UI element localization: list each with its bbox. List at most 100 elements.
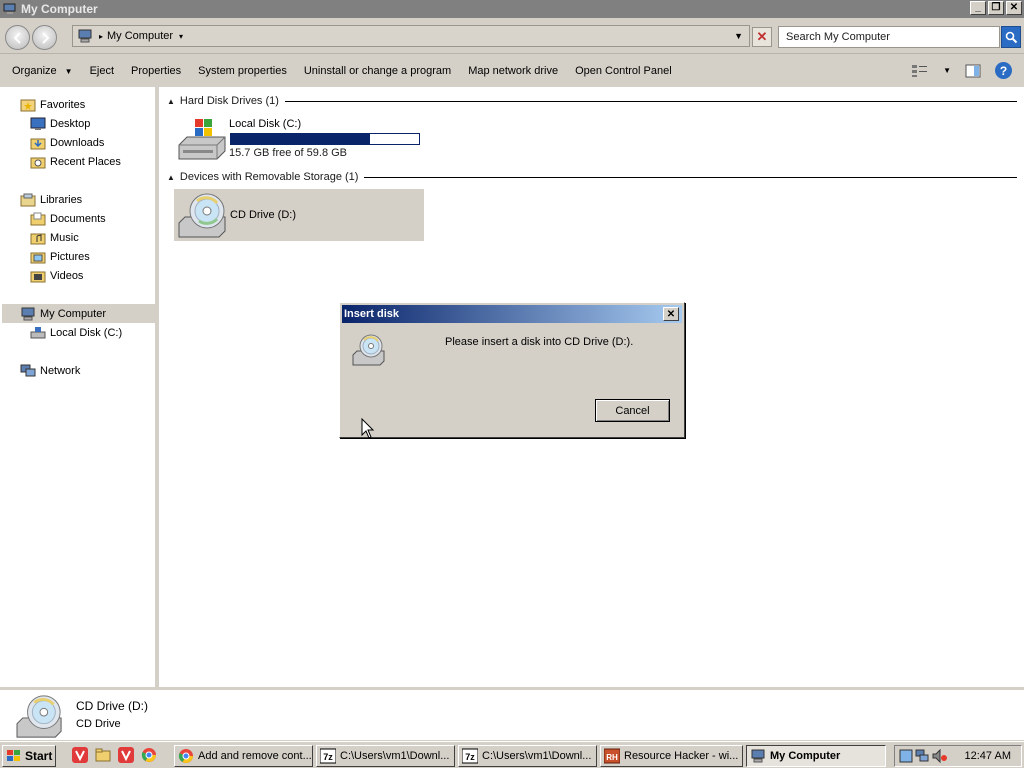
taskbar-item-label: C:\Users\vm1\Downl... — [482, 750, 592, 762]
group-title: Hard Disk Drives (1) — [179, 95, 279, 107]
hard-disk-drives-group-header[interactable]: ▲ Hard Disk Drives (1) — [167, 94, 1017, 108]
eject-button[interactable]: Eject — [90, 65, 114, 77]
sidebar-item-desktop[interactable]: Desktop — [30, 114, 90, 133]
vivaldi-icon[interactable] — [118, 747, 134, 763]
map-network-drive-button[interactable]: Map network drive — [468, 65, 558, 77]
search-button[interactable] — [1001, 26, 1021, 48]
sidebar-item-music[interactable]: Music — [30, 228, 79, 247]
music-folder-icon — [30, 233, 46, 244]
back-arrow-icon — [13, 31, 21, 44]
change-view-icon[interactable] — [911, 64, 929, 78]
disk-usage-bar — [230, 133, 420, 145]
star-icon — [20, 99, 36, 111]
taskbar: Start Add and remove cont... 7z C:\Users… — [0, 741, 1024, 768]
7zip-icon: 7z — [320, 748, 336, 764]
windows-logo-icon — [7, 750, 20, 761]
organize-label: Organize — [12, 64, 57, 77]
system-properties-button[interactable]: System properties — [198, 65, 287, 77]
breadcrumb-my-computer[interactable]: My Computer — [107, 30, 173, 42]
window-titlebar[interactable]: My Computer _ ❐ ✕ — [0, 0, 1024, 18]
folder-icon[interactable] — [95, 747, 111, 763]
sidebar-item-videos[interactable]: Videos — [30, 266, 83, 285]
minimize-button[interactable]: _ — [970, 1, 986, 15]
svg-text:7z: 7z — [323, 752, 333, 762]
uninstall-program-button[interactable]: Uninstall or change a program — [304, 65, 451, 77]
chevron-down-icon: ▼ — [64, 66, 73, 76]
sidebar-item-favorites[interactable]: Favorites — [20, 95, 85, 114]
search-icon — [1005, 31, 1017, 43]
sidebar-item-recent-places[interactable]: Recent Places — [30, 152, 121, 171]
computer-icon — [751, 749, 765, 763]
collapse-caret-icon[interactable]: ▲ — [167, 97, 175, 106]
network-icon[interactable] — [915, 749, 929, 763]
navigation-pane: Favorites Desktop Downloads Recent Place… — [0, 87, 157, 687]
command-bar: Organize ▼ Eject Properties System proper… — [0, 55, 1024, 86]
disk-usage-fill — [231, 134, 371, 144]
breadcrumb-dropdown-icon[interactable]: ▾ — [179, 32, 183, 41]
properties-button[interactable]: Properties — [131, 65, 181, 77]
tray-app-icon[interactable] — [899, 749, 913, 763]
stop-button[interactable]: ✕ — [752, 27, 772, 47]
cancel-button[interactable]: Cancel — [595, 399, 670, 422]
disk-free-space-text: 15.7 GB free of 59.8 GB — [229, 147, 348, 159]
collapse-caret-icon[interactable]: ▲ — [167, 173, 175, 182]
taskbar-item-resource-hacker[interactable]: RH Resource Hacker - wi... — [600, 745, 743, 767]
start-button[interactable]: Start — [2, 745, 56, 767]
taskbar-item-label: Resource Hacker - wi... — [624, 750, 739, 762]
cd-drive-icon — [16, 695, 62, 738]
removable-storage-group-header[interactable]: ▲ Devices with Removable Storage (1) — [167, 170, 1017, 184]
organize-menu[interactable]: Organize ▼ — [12, 65, 73, 77]
network-icon — [20, 364, 36, 376]
taskbar-item-my-computer[interactable]: My Computer — [746, 745, 886, 767]
taskbar-item-add-remove[interactable]: Add and remove cont... — [174, 745, 313, 767]
sidebar-item-documents[interactable]: Documents — [30, 209, 106, 228]
details-pane: CD Drive (D:) CD Drive — [0, 688, 1024, 740]
documents-folder-icon — [30, 212, 46, 225]
preview-pane-icon[interactable] — [965, 64, 981, 78]
cd-drive-icon — [178, 193, 226, 238]
taskbar-clock[interactable]: 12:47 AM — [965, 750, 1011, 762]
address-bar[interactable]: ▸ My Computer ▾ ▼ — [72, 25, 750, 47]
group-divider — [284, 100, 1017, 102]
vivaldi-icon[interactable] — [72, 747, 88, 763]
taskbar-item-7zip-1[interactable]: 7z C:\Users\vm1\Downl... — [316, 745, 455, 767]
volume-muted-icon[interactable] — [932, 749, 948, 763]
search-input[interactable]: Search My Computer — [778, 26, 1000, 48]
sidebar-item-downloads[interactable]: Downloads — [30, 133, 104, 152]
dialog-titlebar[interactable]: Insert disk ✕ — [342, 305, 682, 323]
dialog-close-button[interactable]: ✕ — [663, 307, 679, 321]
mouse-cursor-icon — [361, 418, 375, 439]
local-disk-c-item[interactable]: Local Disk (C:) 15.7 GB free of 59.8 GB — [174, 115, 434, 160]
chrome-icon — [178, 749, 193, 763]
sidebar-item-label: Local Disk (C:) — [50, 326, 123, 339]
help-button[interactable]: ? — [995, 62, 1012, 79]
taskbar-item-7zip-2[interactable]: 7z C:\Users\vm1\Downl... — [458, 745, 597, 767]
open-control-panel-button[interactable]: Open Control Panel — [575, 65, 672, 77]
details-type: CD Drive — [76, 718, 121, 730]
maximize-button[interactable]: ❐ — [988, 1, 1004, 15]
sidebar-item-local-disk[interactable]: Local Disk (C:) — [30, 323, 122, 342]
view-dropdown-icon[interactable]: ▼ — [943, 66, 951, 75]
sidebar-item-network[interactable]: Network — [20, 361, 80, 380]
taskbar-item-label: Add and remove cont... — [198, 750, 312, 762]
view-controls: ▼ ? — [911, 62, 1012, 79]
forward-button[interactable] — [32, 25, 57, 50]
cd-drive-icon — [352, 334, 385, 366]
sidebar-item-label: Network — [40, 364, 81, 377]
sidebar-item-label: Music — [50, 231, 79, 244]
breadcrumb-arrow-icon[interactable]: ▸ — [99, 32, 103, 41]
sidebar-item-label: Downloads — [50, 136, 105, 149]
sidebar-item-pictures[interactable]: Pictures — [30, 247, 90, 266]
sidebar-item-label: Desktop — [50, 117, 91, 130]
sidebar-item-label: My Computer — [40, 307, 107, 320]
back-button[interactable] — [5, 25, 30, 50]
sidebar-item-my-computer[interactable]: My Computer — [2, 304, 157, 323]
dialog-title: Insert disk — [344, 308, 400, 320]
svg-text:7z: 7z — [465, 752, 475, 762]
pictures-folder-icon — [30, 252, 46, 263]
chrome-icon[interactable] — [141, 747, 157, 763]
sidebar-item-libraries[interactable]: Libraries — [20, 190, 82, 209]
cd-drive-d-item[interactable]: CD Drive (D:) — [174, 189, 424, 241]
close-button[interactable]: ✕ — [1006, 1, 1022, 15]
address-dropdown-icon[interactable]: ▼ — [734, 31, 743, 41]
